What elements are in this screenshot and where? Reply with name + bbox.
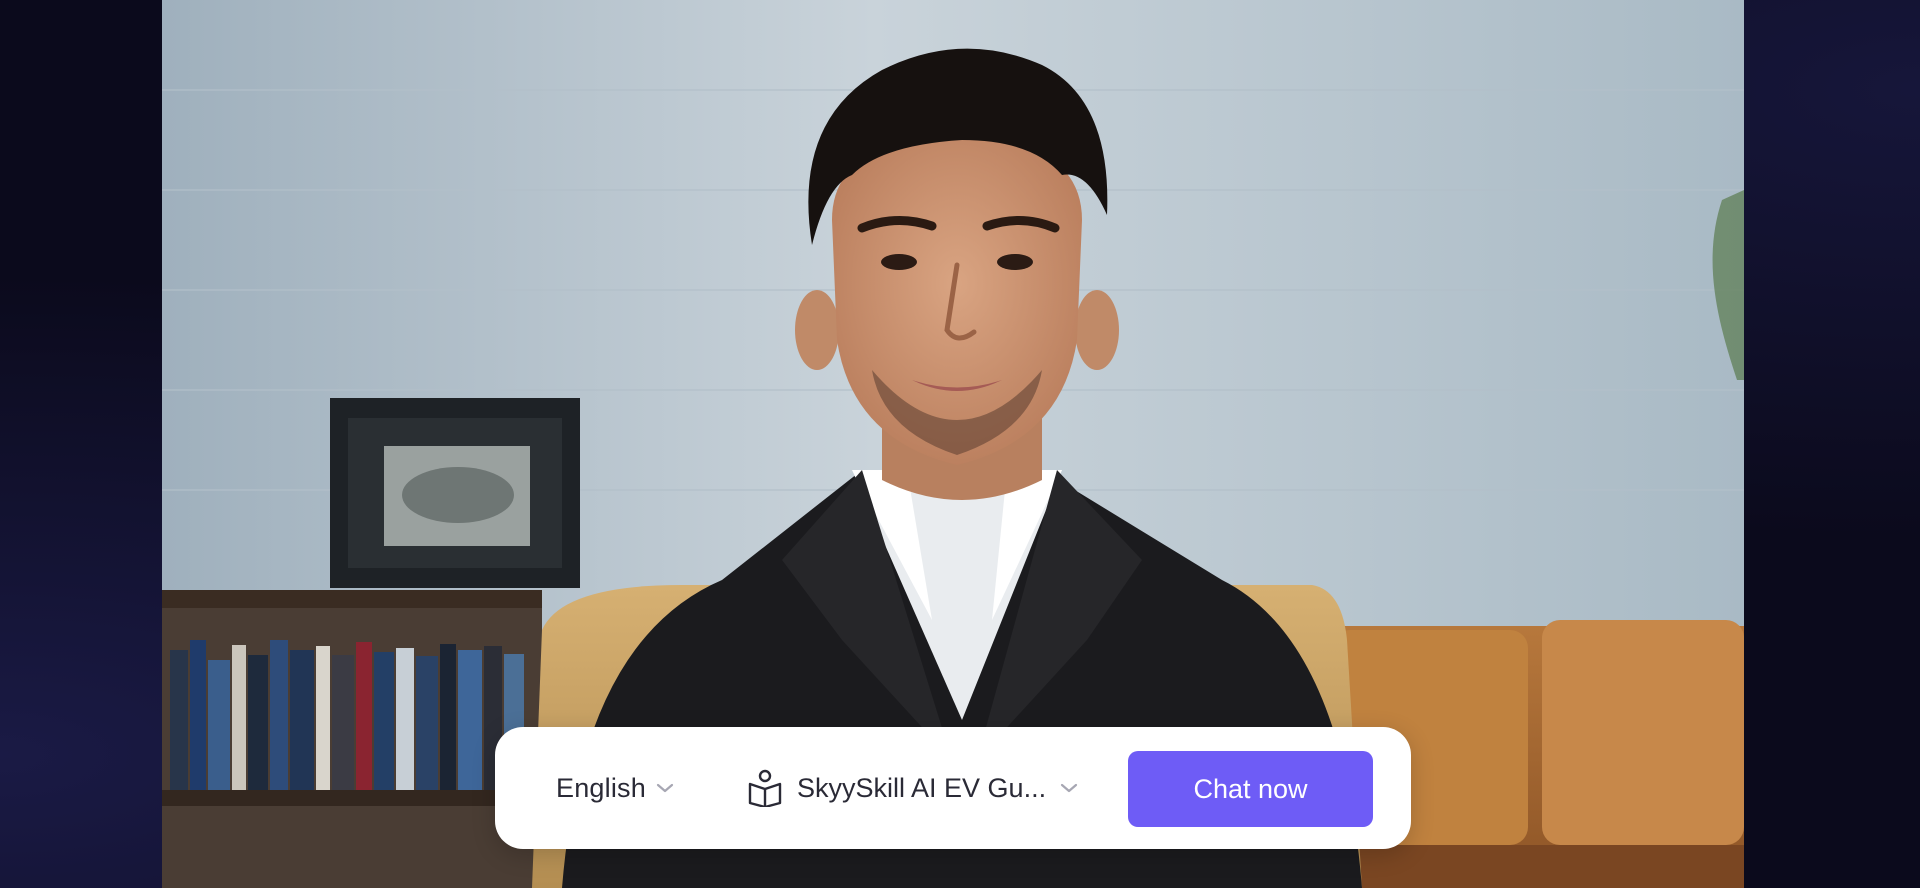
- person-right-ear: [1075, 290, 1119, 370]
- language-dropdown[interactable]: English: [556, 727, 674, 849]
- person-face: [832, 135, 1082, 465]
- bookshelf: [162, 590, 542, 888]
- person-left-ear: [795, 290, 839, 370]
- chevron-down-icon: [1060, 782, 1078, 794]
- app-viewport: English SkyySkill AI EV Gu... Chat now: [0, 0, 1920, 888]
- book-spines: [170, 640, 524, 790]
- chat-control-bar: English SkyySkill AI EV Gu... Chat now: [495, 727, 1411, 849]
- picture-frame: [330, 398, 580, 588]
- person-left-eye: [881, 254, 917, 270]
- book-reader-icon: [747, 769, 783, 807]
- chevron-down-icon: [656, 782, 674, 794]
- knowledge-base-label: SkyySkill AI EV Gu...: [797, 772, 1047, 803]
- knowledge-base-dropdown[interactable]: SkyySkill AI EV Gu...: [747, 727, 1078, 849]
- chat-now-button[interactable]: Chat now: [1128, 751, 1373, 827]
- person-right-eye: [997, 254, 1033, 270]
- language-label: English: [556, 772, 646, 803]
